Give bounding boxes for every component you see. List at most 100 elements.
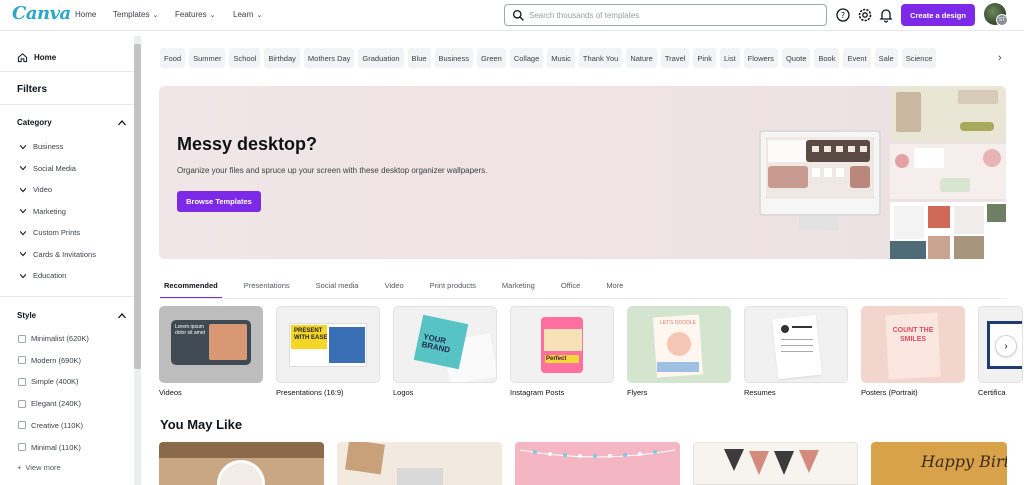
checkbox-icon[interactable]	[18, 356, 26, 365]
nav-features[interactable]: Features ⌄	[175, 10, 215, 19]
sidebar-category-video[interactable]: Video	[19, 185, 52, 194]
tab-social-media[interactable]: Social media	[312, 277, 363, 299]
style-filter-checkbox[interactable]: Minimal (110K)	[18, 443, 81, 452]
sidebar-item-home[interactable]: Home	[17, 52, 56, 63]
chip-list[interactable]: List	[720, 48, 740, 68]
sidebar-category-marketing[interactable]: Marketing	[19, 207, 66, 216]
card-resumes[interactable]: Resumes	[744, 306, 848, 397]
card-videos[interactable]: Lorem ipsum dolor sit amet Videos	[159, 306, 263, 397]
tab-office[interactable]: Office	[557, 277, 584, 299]
sidebar-category-business[interactable]: Business	[19, 142, 63, 151]
checkbox-icon[interactable]	[18, 377, 26, 386]
chip-green[interactable]: Green	[476, 48, 506, 68]
wallpaper-illustration	[768, 140, 870, 188]
chip-pink[interactable]: Pink	[693, 48, 716, 68]
chip-summer[interactable]: Summer	[189, 48, 226, 68]
template-card[interactable]	[515, 442, 680, 485]
nav-templates[interactable]: Templates ⌄	[113, 10, 158, 19]
svg-text:?: ?	[841, 11, 845, 20]
checkbox-icon[interactable]	[18, 399, 26, 408]
template-card[interactable]	[159, 442, 324, 485]
card-thumb-text: COUNT THE SMILES	[892, 327, 934, 343]
tab-print-products[interactable]: Print products	[426, 277, 480, 299]
chip-quote[interactable]: Quote	[781, 48, 811, 68]
sidebar-category-label: Social Media	[33, 163, 76, 173]
chip-book[interactable]: Book	[814, 48, 840, 68]
tab-recommended[interactable]: Recommended	[160, 277, 222, 299]
chip-school[interactable]: School	[229, 48, 261, 68]
chevron-up-icon[interactable]	[117, 118, 127, 128]
sidebar-category-label: Marketing	[33, 206, 66, 216]
tab-presentations[interactable]: Presentations	[240, 277, 294, 299]
chip-mothers-day[interactable]: Mothers Day	[303, 48, 355, 68]
checkbox-icon[interactable]	[18, 443, 26, 451]
divider	[0, 104, 134, 105]
card-thumb-text: Perfect	[545, 355, 579, 363]
style-filter-checkbox[interactable]: Elegant (240K)	[18, 399, 81, 408]
chip-business[interactable]: Business	[434, 48, 473, 68]
chip-birthday[interactable]: Birthday	[264, 48, 300, 68]
sidebar-category-label: Cards & Invitations	[33, 249, 96, 259]
chevron-down-icon	[19, 273, 27, 278]
sidebar-category-custom-prints[interactable]: Custom Prints	[19, 228, 80, 237]
card-thumbnail: YOUR BRAND	[393, 306, 497, 383]
category-section-title[interactable]: Category	[17, 118, 52, 127]
you-may-like-row: Happy Birth	[159, 442, 1007, 485]
card-thumb-text: Happy Birth	[921, 452, 1007, 471]
browse-templates-button[interactable]: Browse Templates	[177, 191, 261, 212]
tab-marketing[interactable]: Marketing	[498, 277, 539, 299]
chevron-up-icon[interactable]	[117, 311, 127, 321]
card-presentations[interactable]: PRESENT WITH EASE Presentations (16:9)	[276, 306, 380, 397]
help-icon[interactable]: ?	[835, 7, 851, 23]
style-filter-checkbox[interactable]: Simple (400K)	[18, 377, 79, 386]
card-thumbnail: Lorem ipsum dolor sit amet	[159, 306, 263, 383]
nav-home[interactable]: Home	[75, 10, 96, 19]
chip-flowers[interactable]: Flowers	[743, 48, 778, 68]
card-instagram-posts[interactable]: Perfect Instagram Posts	[510, 306, 614, 397]
hero-subtitle: Organize your files and spruce up your s…	[177, 166, 488, 175]
create-design-button[interactable]: Create a design	[901, 4, 975, 26]
template-card[interactable]	[337, 442, 502, 485]
tab-video[interactable]: Video	[381, 277, 408, 299]
chip-music[interactable]: Music	[547, 48, 575, 68]
style-section-title[interactable]: Style	[17, 311, 36, 320]
chip-blue[interactable]: Blue	[407, 48, 431, 68]
sidebar-category-cards-invitations[interactable]: Cards & Invitations	[19, 250, 96, 259]
chip-graduation[interactable]: Graduation	[358, 48, 404, 68]
chevron-right-icon[interactable]: ›	[995, 335, 1017, 357]
template-card[interactable]: Happy Birth	[871, 442, 1007, 485]
chip-thank-you[interactable]: Thank You	[578, 48, 623, 68]
template-card[interactable]	[693, 442, 858, 485]
sidebar-category-label: Custom Prints	[33, 228, 81, 237]
checkbox-icon[interactable]	[18, 334, 26, 343]
style-filter-checkbox[interactable]: Minimalist (620K)	[18, 334, 89, 343]
chip-travel[interactable]: Travel	[660, 48, 690, 68]
nav-learn[interactable]: Learn ⌄	[233, 10, 262, 19]
sidebar-category-education[interactable]: Education	[19, 271, 66, 280]
canva-logo[interactable]: Canva	[12, 3, 71, 24]
tab-more[interactable]: More	[602, 277, 627, 299]
card-thumbnail	[744, 306, 848, 383]
chip-nature[interactable]: Nature	[626, 48, 657, 68]
style-filter-checkbox[interactable]: Creative (110K)	[18, 421, 83, 430]
notifications-icon[interactable]	[878, 7, 894, 23]
card-label: Videos	[159, 388, 182, 397]
settings-icon[interactable]	[857, 7, 873, 23]
search-input[interactable]: Search thousands of templates	[504, 4, 827, 26]
view-more-link[interactable]: + View more	[17, 463, 61, 472]
you-may-like-title: You May Like	[160, 417, 243, 432]
style-filter-checkbox[interactable]: Modern (690K)	[18, 356, 81, 365]
card-logos[interactable]: YOUR BRAND Logos	[393, 306, 497, 397]
chip-food[interactable]: Food	[160, 48, 186, 68]
chip-event[interactable]: Event	[843, 48, 871, 68]
sidebar-scrollbar-thumb[interactable]	[134, 44, 141, 369]
chevron-down-icon	[19, 252, 27, 257]
checkbox-icon[interactable]	[18, 421, 26, 430]
chip-collage[interactable]: Collage	[509, 48, 544, 68]
card-flyers[interactable]: LET'S DOODLE Flyers	[627, 306, 731, 397]
card-posters-portrait[interactable]: COUNT THE SMILES Posters (Portrait)	[861, 306, 965, 397]
sidebar-category-social-media[interactable]: Social Media	[19, 164, 76, 173]
chip-science[interactable]: Science	[901, 48, 937, 68]
chevron-right-icon[interactable]: ›	[998, 52, 1002, 64]
chip-sale[interactable]: Sale	[874, 48, 898, 68]
